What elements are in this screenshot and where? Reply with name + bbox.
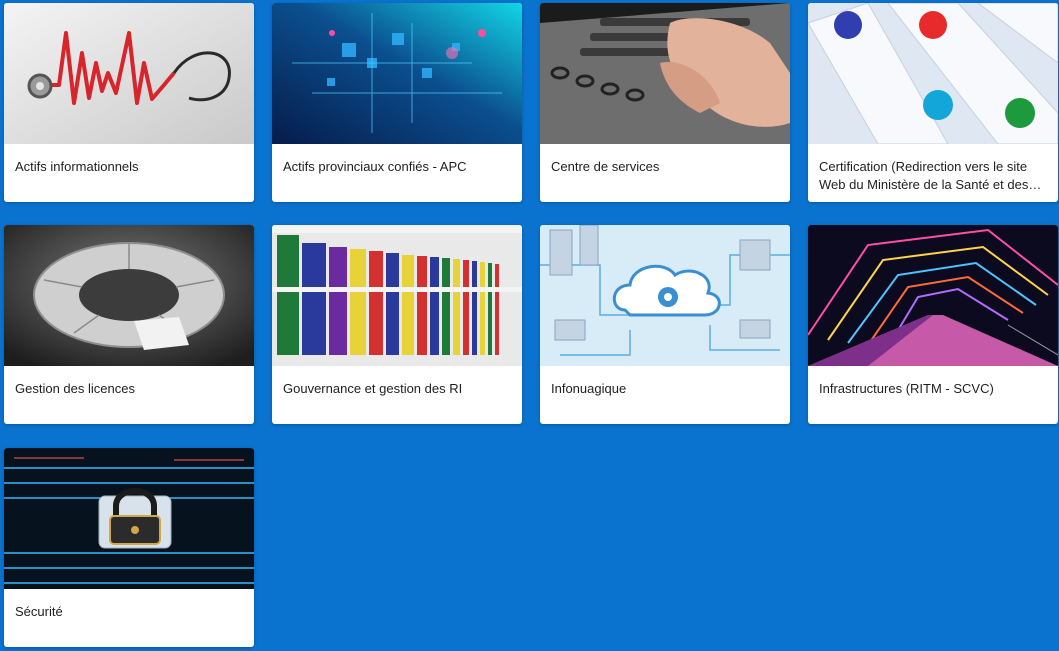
stethoscope-heartbeat-image (4, 3, 254, 144)
binders-shelf-image (272, 225, 522, 366)
certification-pins-image (808, 3, 1058, 144)
neon-bridge-tunnel-image (808, 225, 1058, 366)
tile-infrastructures-ritm-scvc[interactable]: Infrastructures (RITM - SCVC) (808, 225, 1058, 424)
cloud-computing-image (540, 225, 790, 366)
tile-title: Sécurité (15, 604, 63, 619)
tile-actifs-provinciaux-apc[interactable]: Actifs provinciaux confiés - APC (272, 3, 522, 202)
tile-certification[interactable]: Certification (Redirection vers le site … (808, 3, 1058, 202)
tile-title: Gouvernance et gestion des RI (283, 381, 463, 396)
tile-title: Actifs provinciaux confiés - APC (283, 159, 467, 174)
tile-actifs-informationnels[interactable]: Actifs informationnels (4, 3, 254, 202)
padlock-circuit-image (4, 448, 254, 589)
tile-title: Infonuagique (551, 381, 627, 396)
tile-gouvernance-gestion-ri[interactable]: Gouvernance et gestion des RI (272, 225, 522, 424)
tile-infonuagique[interactable]: Infonuagique (540, 225, 790, 424)
hands-typing-keyboard-image (540, 3, 790, 144)
tile-title: Centre de services (551, 159, 660, 174)
tile-title: Actifs informationnels (15, 159, 139, 174)
tile-title: Infrastructures (RITM - SCVC) (819, 381, 994, 396)
digital-network-image (272, 3, 522, 144)
tile-gestion-des-licences[interactable]: Gestion des licences (4, 225, 254, 424)
tile-centre-de-services[interactable]: Centre de services (540, 3, 790, 202)
puzzle-ring-image (4, 225, 254, 366)
tile-title: Gestion des licences (15, 381, 135, 396)
tile-title: Certification (Redirection vers le site … (819, 159, 1029, 192)
tile-securite[interactable]: Sécurité (4, 448, 254, 647)
